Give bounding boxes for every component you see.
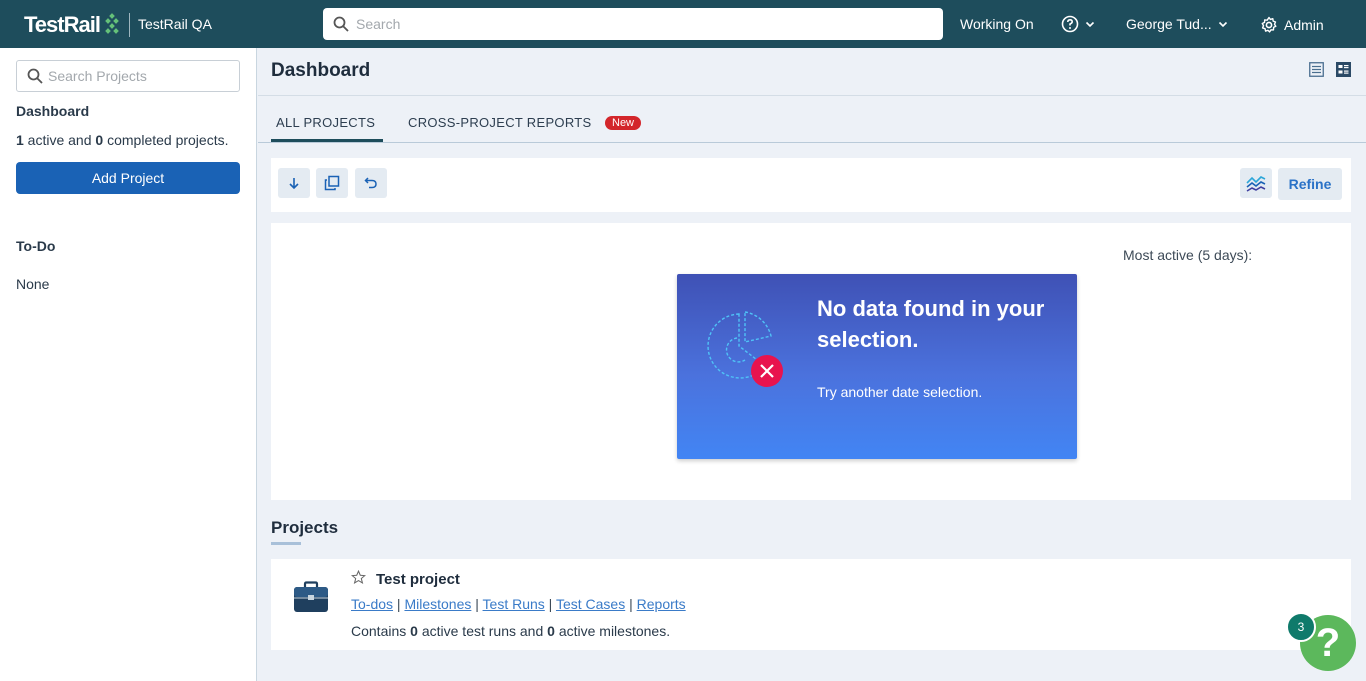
logo-text: TestRail xyxy=(24,12,101,37)
undo-icon xyxy=(364,177,377,189)
active-count: 1 xyxy=(16,132,24,148)
no-data-title: No data found in your selection. xyxy=(817,296,1045,352)
top-bar: TestRail TestRail QA Working On George T… xyxy=(0,0,1366,48)
active-milestones-count: 0 xyxy=(547,623,555,639)
todo-title: To-Do xyxy=(16,238,56,254)
arrow-down-icon xyxy=(289,178,299,190)
logo-divider xyxy=(129,13,130,37)
project-search[interactable] xyxy=(16,60,240,92)
todo-value: None xyxy=(16,276,50,292)
tab-all-projects[interactable]: ALL PROJECTS xyxy=(276,115,375,130)
favorite-star-icon[interactable] xyxy=(351,570,366,585)
sidebar: Dashboard 1 active and 0 completed proje… xyxy=(0,48,257,681)
user-name: George Tud... xyxy=(1126,16,1212,32)
project-description: Contains 0 active test runs and 0 active… xyxy=(351,623,670,639)
admin-link[interactable]: Admin xyxy=(1260,16,1324,34)
copy-icon xyxy=(324,175,340,191)
project-search-input[interactable] xyxy=(48,68,233,84)
dashboard-toolbar: Refine xyxy=(271,158,1351,212)
page-title: Dashboard xyxy=(271,60,371,81)
activity-chart-panel: Most active (5 days): No data found in y… xyxy=(271,223,1351,500)
header-divider xyxy=(258,95,1366,96)
search-icon xyxy=(27,68,43,84)
help-circle-icon xyxy=(1061,15,1079,33)
active-label: active and xyxy=(23,132,96,148)
no-data-subtitle: Try another date selection. xyxy=(817,384,983,400)
global-search[interactable] xyxy=(323,8,943,40)
admin-label: Admin xyxy=(1284,17,1324,33)
search-icon xyxy=(333,16,349,32)
most-active-label: Most active (5 days): xyxy=(1123,247,1253,263)
project-name[interactable]: Test project xyxy=(376,571,460,588)
testrail-logo[interactable]: TestRail xyxy=(24,12,120,38)
help-notification-badge: 3 xyxy=(1286,612,1316,642)
refine-button[interactable]: Refine xyxy=(1278,168,1342,200)
project-link-test-runs[interactable]: Test Runs xyxy=(483,596,545,612)
project-link-reports[interactable]: Reports xyxy=(637,596,686,612)
desc-prefix: Contains xyxy=(351,623,411,639)
user-menu[interactable]: George Tud... xyxy=(1126,16,1228,32)
desc-suffix: active milestones. xyxy=(554,623,671,639)
download-button[interactable] xyxy=(278,168,310,198)
line-chart-icon xyxy=(1246,176,1266,192)
projects-heading: Projects xyxy=(271,518,339,537)
chevron-down-icon xyxy=(1218,21,1227,28)
grid-view-icon[interactable] xyxy=(1336,62,1351,77)
project-link-todos[interactable]: To-dos xyxy=(351,596,393,612)
project-summary: 1 active and 0 completed projects. xyxy=(16,132,229,148)
tab-cross-project-reports[interactable]: CROSS-PROJECT REPORTS xyxy=(408,115,592,130)
projects-heading-underline xyxy=(271,542,301,545)
gear-icon xyxy=(1261,16,1277,33)
working-on-link[interactable]: Working On xyxy=(960,16,1034,32)
project-card: Test project To-dos | Milestones | Test … xyxy=(271,559,1351,650)
logo-diamonds-icon xyxy=(105,13,119,34)
undo-button[interactable] xyxy=(355,168,387,198)
copy-button[interactable] xyxy=(316,168,348,198)
list-view-icon[interactable] xyxy=(1309,62,1324,77)
project-link-test-cases[interactable]: Test Cases xyxy=(556,596,625,612)
global-search-input[interactable] xyxy=(356,16,916,32)
briefcase-icon xyxy=(294,581,328,612)
active-runs-count: 0 xyxy=(410,623,418,639)
help-menu[interactable] xyxy=(1061,15,1095,33)
project-link-milestones[interactable]: Milestones xyxy=(404,596,471,612)
no-data-card: No data found in your selection. Try ano… xyxy=(677,274,1077,459)
no-data-pie-icon xyxy=(707,311,783,387)
project-links: To-dos | Milestones | Test Runs | Test C… xyxy=(351,596,686,612)
add-project-button[interactable]: Add Project xyxy=(16,162,240,194)
tabs-divider xyxy=(258,142,1366,143)
chart-toggle-button[interactable] xyxy=(1240,168,1272,198)
desc-mid: active test runs and xyxy=(417,623,548,639)
completed-label: completed projects. xyxy=(103,132,229,148)
sidebar-dashboard-title: Dashboard xyxy=(16,103,90,119)
chevron-down-icon xyxy=(1085,21,1095,28)
instance-name[interactable]: TestRail QA xyxy=(138,16,212,32)
new-badge: New xyxy=(605,116,642,130)
